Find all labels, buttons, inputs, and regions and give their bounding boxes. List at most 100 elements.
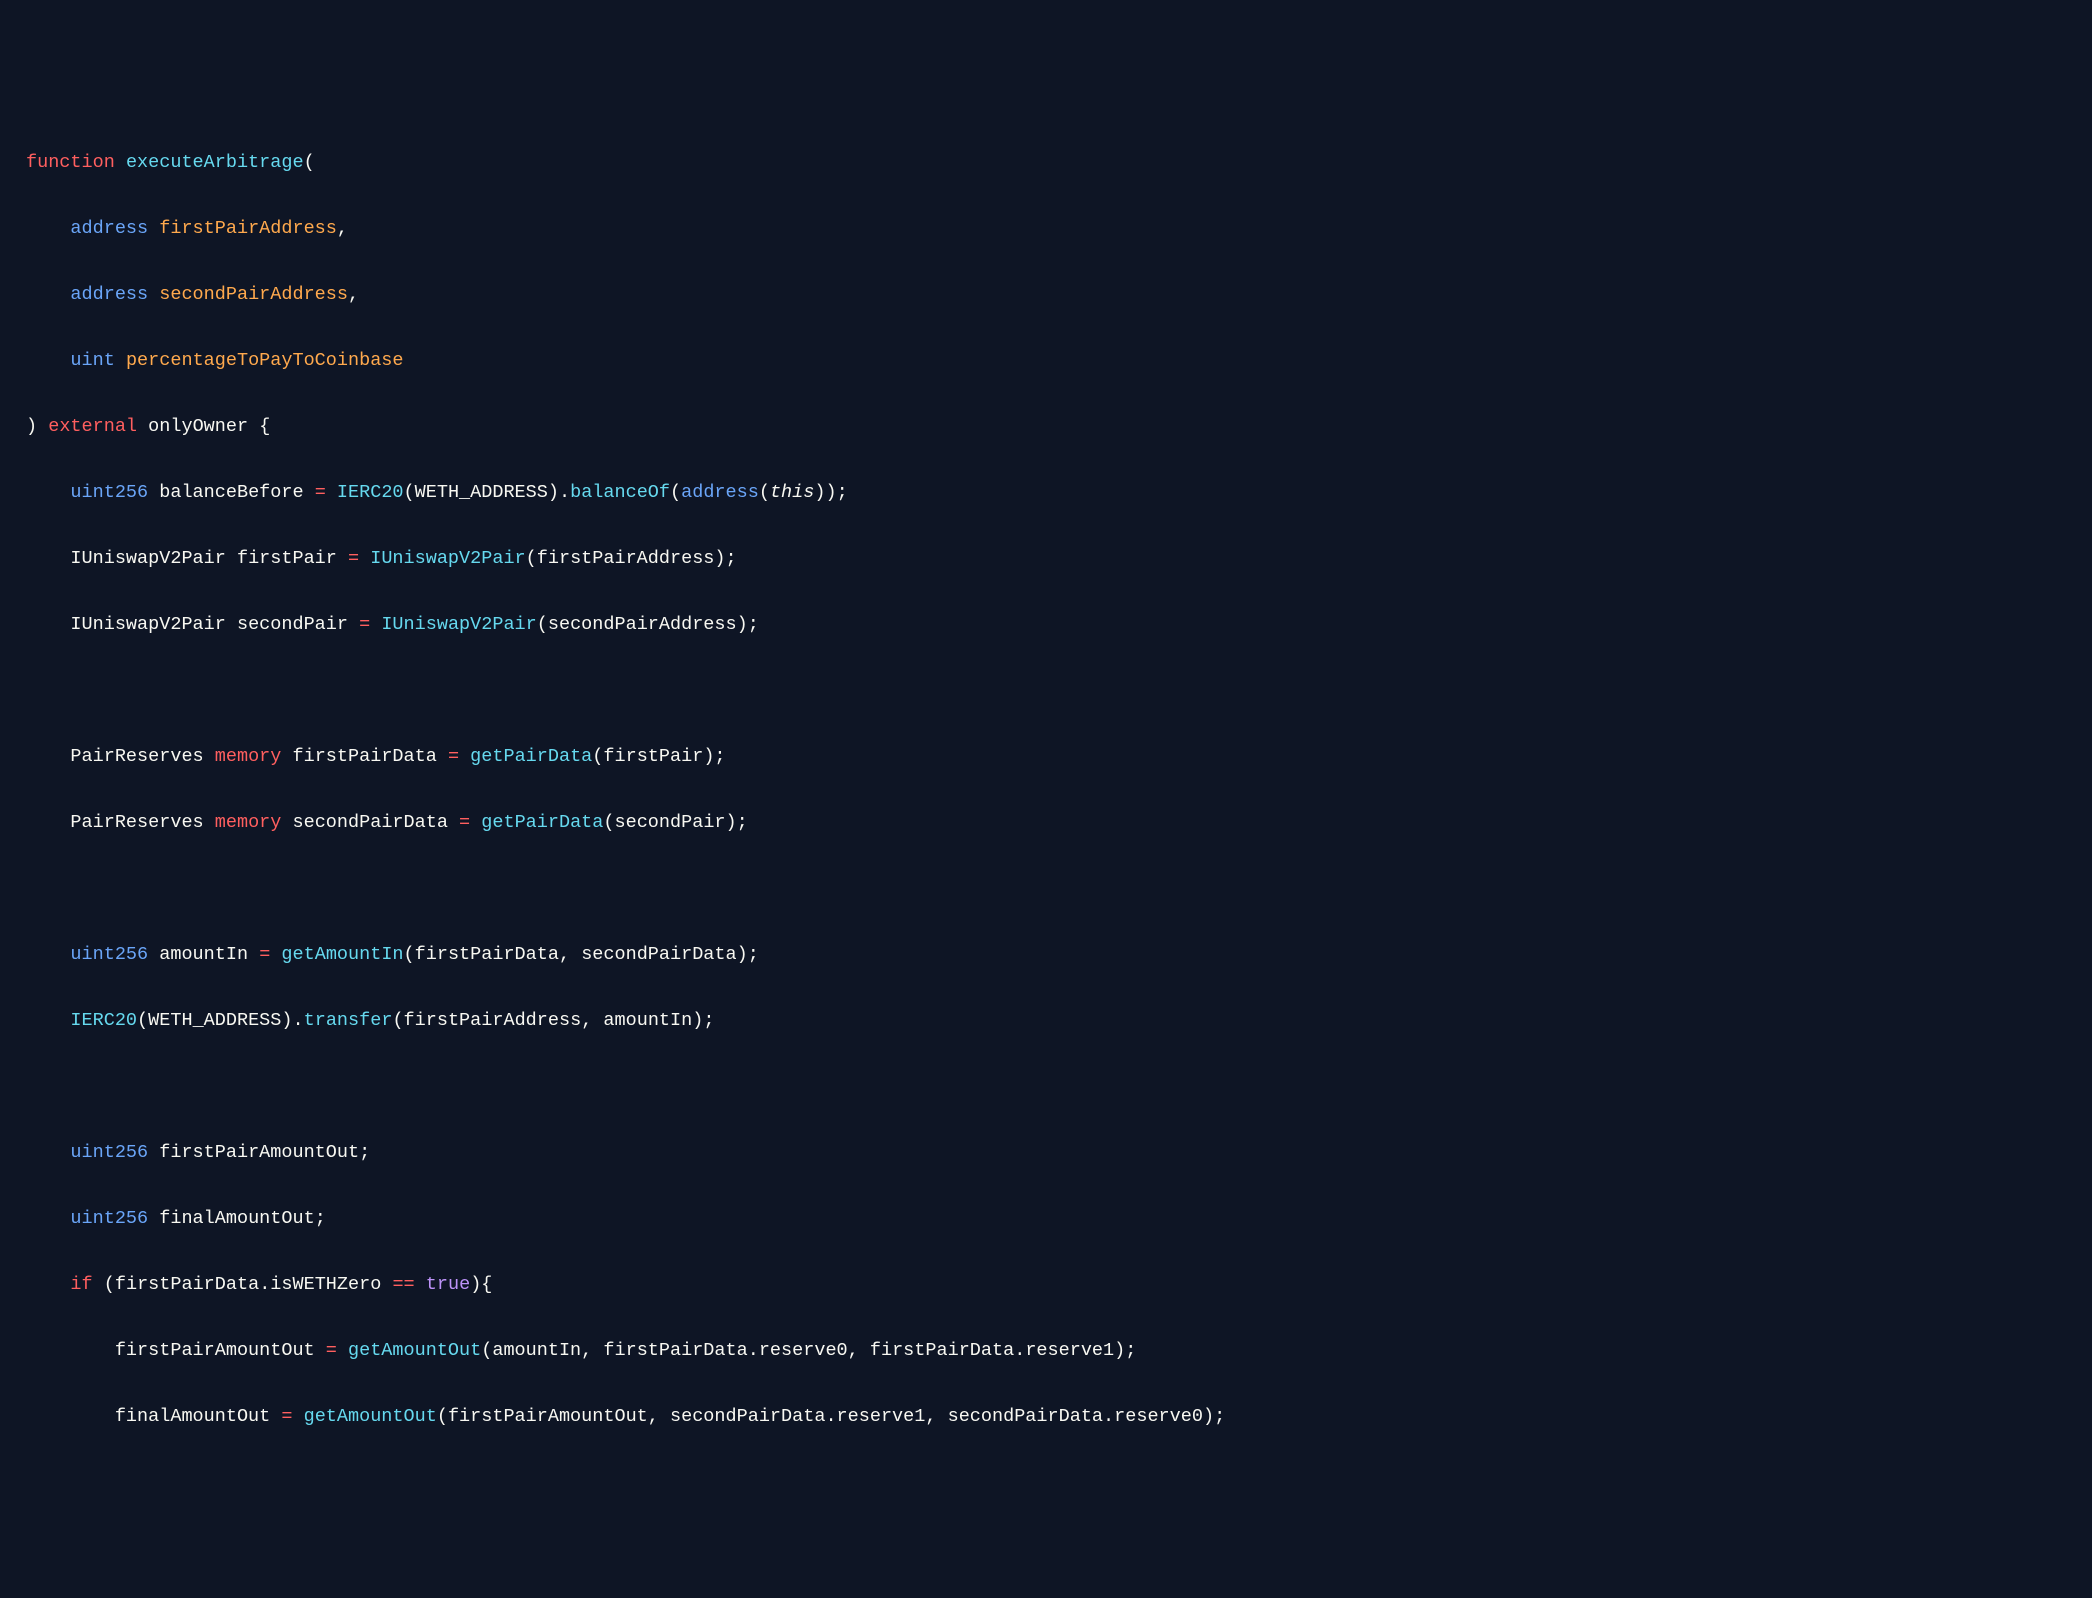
keyword-address: address [70, 218, 148, 239]
var-firstPairAmountOut: firstPairAmountOut [115, 1340, 315, 1361]
op-eq: = [281, 1406, 292, 1427]
code-line-18: if (firstPairData.isWETHZero == true){ [0, 1268, 2092, 1301]
call-transfer: transfer [304, 1010, 393, 1031]
var-finalAmountOut: finalAmountOut [159, 1208, 314, 1229]
close: ); [1203, 1406, 1225, 1427]
arg-firstPairAddress: firstPairAddress [537, 548, 715, 569]
param-secondPairAddress: secondPairAddress [159, 284, 348, 305]
keyword-uint256: uint256 [70, 1208, 148, 1229]
arg3: secondPairData [948, 1406, 1103, 1427]
paren-dot: ). [548, 482, 570, 503]
op-eq: = [315, 482, 326, 503]
semi: ; [315, 1208, 326, 1229]
dot: . [748, 1340, 759, 1361]
var-balanceBefore: balanceBefore [159, 482, 303, 503]
bool-true: true [426, 1274, 470, 1295]
call-getAmountIn: getAmountIn [281, 944, 403, 965]
call-getPairData: getPairData [481, 812, 603, 833]
dot: . [259, 1274, 270, 1295]
var-secondPairData: secondPairData [293, 812, 448, 833]
close: ); [692, 1010, 714, 1031]
prop: reserve1 [1025, 1340, 1114, 1361]
blank-line [0, 674, 2092, 707]
op-eq: = [459, 812, 470, 833]
op-eq: = [326, 1340, 337, 1361]
close-parens: )); [814, 482, 847, 503]
paren: ( [404, 482, 415, 503]
prop: reserve0 [759, 1340, 848, 1361]
paren: ( [392, 1010, 403, 1031]
paren: ( [592, 746, 603, 767]
comma: , [559, 944, 570, 965]
comma: , [648, 1406, 659, 1427]
prop: reserve1 [837, 1406, 926, 1427]
function-name: executeArbitrage [126, 152, 304, 173]
comma: , [337, 218, 348, 239]
code-line-8: IUniswapV2Pair secondPair = IUniswapV2Pa… [0, 608, 2092, 641]
close: ); [737, 944, 759, 965]
modifier-onlyOwner: onlyOwner [148, 416, 248, 437]
keyword-uint: uint [70, 350, 114, 371]
call-getAmountOut: getAmountOut [348, 1340, 481, 1361]
prop: reserve0 [1114, 1406, 1203, 1427]
keyword-address: address [70, 284, 148, 305]
paren-close: ) [26, 416, 37, 437]
op-eq: = [259, 944, 270, 965]
dot: . [1014, 1340, 1025, 1361]
arg2: amountIn [603, 1010, 692, 1031]
comma: , [848, 1340, 859, 1361]
paren: ( [603, 812, 614, 833]
call-balanceOf: balanceOf [570, 482, 670, 503]
arg-secondPair: secondPair [615, 812, 726, 833]
const-WETH_ADDRESS: WETH_ADDRESS [148, 1010, 281, 1031]
op-eq: = [348, 548, 359, 569]
call-getPairData: getPairData [470, 746, 592, 767]
keyword-external: external [48, 416, 137, 437]
keyword-address: address [681, 482, 759, 503]
comma: , [348, 284, 359, 305]
const-WETH_ADDRESS: WETH_ADDRESS [415, 482, 548, 503]
type-IUniswapV2Pair: IUniswapV2Pair [70, 614, 225, 635]
semi: ; [359, 1142, 370, 1163]
type-IERC20: IERC20 [70, 1010, 137, 1031]
code-line-13: uint256 amountIn = getAmountIn(firstPair… [0, 938, 2092, 971]
code-line-5: ) external onlyOwner { [0, 410, 2092, 443]
var-amountIn: amountIn [159, 944, 248, 965]
code-line-4: uint percentageToPayToCoinbase [0, 344, 2092, 377]
arg2: firstPairData [603, 1340, 747, 1361]
type-PairReserves: PairReserves [70, 812, 203, 833]
arg1: firstPairAmountOut [448, 1406, 648, 1427]
dot: . [825, 1406, 836, 1427]
code-line-16: uint256 firstPairAmountOut; [0, 1136, 2092, 1169]
var-firstPairAmountOut: firstPairAmountOut [159, 1142, 359, 1163]
code-line-7: IUniswapV2Pair firstPair = IUniswapV2Pai… [0, 542, 2092, 575]
close: ); [714, 548, 736, 569]
paren: ( [537, 614, 548, 635]
obj-firstPairData: firstPairData [115, 1274, 259, 1295]
keyword-memory: memory [215, 746, 282, 767]
blank-line [0, 1070, 2092, 1103]
arg-firstPair: firstPair [603, 746, 703, 767]
close: ); [703, 746, 725, 767]
paren-open: ( [304, 152, 315, 173]
var-finalAmountOut: finalAmountOut [115, 1406, 270, 1427]
var-firstPair: firstPair [237, 548, 337, 569]
code-line-11: PairReserves memory secondPairData = get… [0, 806, 2092, 839]
code-line-6: uint256 balanceBefore = IERC20(WETH_ADDR… [0, 476, 2092, 509]
code-line-3: address secondPairAddress, [0, 278, 2092, 311]
code-line-10: PairReserves memory firstPairData = getP… [0, 740, 2092, 773]
paren-dot: ). [281, 1010, 303, 1031]
close: ); [737, 614, 759, 635]
close: ); [726, 812, 748, 833]
arg1: firstPairAddress [404, 1010, 582, 1031]
keyword-if: if [70, 1274, 92, 1295]
call-getAmountOut: getAmountOut [304, 1406, 437, 1427]
type-PairReserves: PairReserves [70, 746, 203, 767]
ctor-IUniswapV2Pair: IUniswapV2Pair [370, 548, 525, 569]
keyword-memory: memory [215, 812, 282, 833]
param-firstPairAddress: firstPairAddress [159, 218, 337, 239]
code-line-17: uint256 finalAmountOut; [0, 1202, 2092, 1235]
type-IUniswapV2Pair: IUniswapV2Pair [70, 548, 225, 569]
var-firstPairData: firstPairData [293, 746, 437, 767]
paren: ( [670, 482, 681, 503]
